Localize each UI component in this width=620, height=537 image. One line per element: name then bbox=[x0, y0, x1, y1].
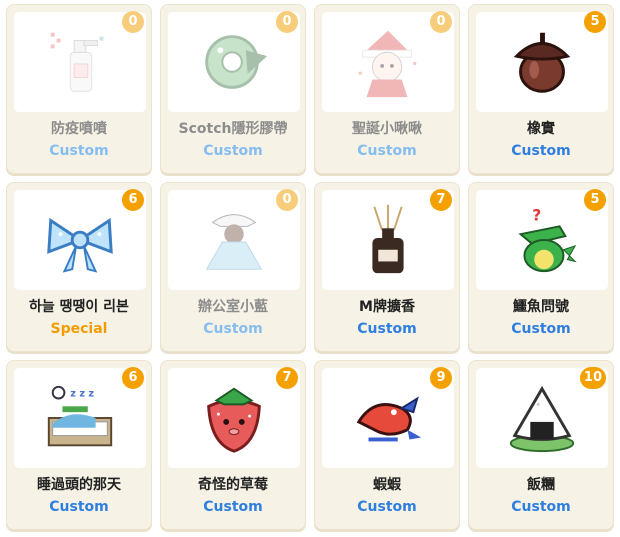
sleeping-bed-icon: z z z bbox=[47, 385, 113, 447]
item-type-tag: Special bbox=[50, 321, 108, 337]
item-card[interactable]: 7 M牌擴香 Custom bbox=[314, 182, 460, 352]
item-type-tag: Custom bbox=[203, 499, 263, 515]
item-name: 하늘 땡땡이 리본 bbox=[29, 299, 129, 315]
reed-diffuser-icon bbox=[372, 204, 404, 274]
item-grid: 0 防疫噴噴 Custom 0 Scotch隱形膠帶 Custom 0 聖誕小啾啾 Cust… bbox=[0, 0, 620, 537]
item-card[interactable]: z z z 6 睡過頭的那天 Custom bbox=[6, 360, 152, 530]
item-type-tag: Custom bbox=[511, 143, 571, 159]
disinfectant-spray-icon bbox=[50, 32, 104, 92]
item-type-tag: Custom bbox=[49, 143, 109, 159]
item-name: 橡實 bbox=[527, 121, 555, 137]
item-card[interactable]: ? 5 鱷魚問號 Custom bbox=[468, 182, 614, 352]
count-badge: 7 bbox=[276, 367, 298, 389]
item-card[interactable]: 0 辦公室小藍 Custom bbox=[160, 182, 306, 352]
item-card[interactable]: 7 奇怪的草莓 Custom bbox=[160, 360, 306, 530]
item-type-tag: Custom bbox=[357, 499, 417, 515]
count-badge: 10 bbox=[579, 367, 606, 389]
shrimp-icon bbox=[356, 396, 422, 442]
office-blue-icon bbox=[205, 214, 263, 270]
svg-text:?: ? bbox=[532, 207, 541, 225]
item-name: 辦公室小藍 bbox=[198, 299, 268, 315]
count-badge: 6 bbox=[122, 367, 144, 389]
item-card[interactable]: 10 飯糰 Custom bbox=[468, 360, 614, 530]
count-badge: 0 bbox=[122, 11, 144, 33]
acorn-icon bbox=[513, 32, 571, 93]
item-card[interactable]: 0 防疫噴噴 Custom bbox=[6, 4, 152, 174]
item-type-tag: Custom bbox=[357, 143, 417, 159]
santa-girl-icon bbox=[358, 30, 417, 98]
item-name: 蝦蝦 bbox=[373, 477, 401, 493]
count-badge: 0 bbox=[276, 189, 298, 211]
count-badge: 5 bbox=[584, 189, 606, 211]
item-name: 聖誕小啾啾 bbox=[352, 121, 422, 137]
count-badge: 7 bbox=[430, 189, 452, 211]
item-name: 奇怪的草莓 bbox=[198, 477, 268, 493]
count-badge: 6 bbox=[122, 189, 144, 211]
item-card[interactable]: 0 聖誕小啾啾 Custom bbox=[314, 4, 460, 174]
item-name: Scotch隱形膠帶 bbox=[178, 121, 288, 137]
item-type-tag: Custom bbox=[203, 321, 263, 337]
count-badge: 0 bbox=[430, 11, 452, 33]
item-type-tag: Custom bbox=[203, 143, 263, 159]
item-name: 鱷魚問號 bbox=[513, 299, 569, 315]
item-card[interactable]: 5 橡實 Custom bbox=[468, 4, 614, 174]
item-name: 防疫噴噴 bbox=[51, 121, 107, 137]
crocodile-question-icon: ? bbox=[518, 207, 577, 273]
tape-monster-icon bbox=[205, 35, 268, 89]
item-type-tag: Custom bbox=[357, 321, 417, 337]
count-badge: 5 bbox=[584, 11, 606, 33]
strawberry-icon bbox=[207, 387, 261, 453]
count-badge: 9 bbox=[430, 367, 452, 389]
rice-ball-icon bbox=[509, 385, 575, 453]
item-name: M牌擴香 bbox=[359, 299, 415, 315]
svg-text:z z z: z z z bbox=[70, 389, 94, 400]
item-type-tag: Custom bbox=[511, 499, 571, 515]
item-card[interactable]: 6 하늘 땡땡이 리본 Special bbox=[6, 182, 152, 352]
item-name: 飯糰 bbox=[527, 477, 555, 493]
count-badge: 0 bbox=[276, 11, 298, 33]
item-type-tag: Custom bbox=[511, 321, 571, 337]
item-card[interactable]: 0 Scotch隱形膠帶 Custom bbox=[160, 4, 306, 174]
blue-ribbon-icon bbox=[47, 217, 113, 273]
item-type-tag: Custom bbox=[49, 499, 109, 515]
item-card[interactable]: 9 蝦蝦 Custom bbox=[314, 360, 460, 530]
item-name: 睡過頭的那天 bbox=[37, 477, 121, 493]
